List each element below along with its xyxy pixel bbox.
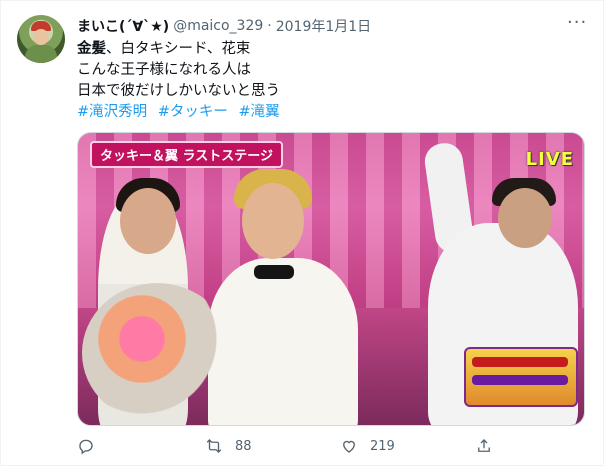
tweet-line-1-rest: 、白タキシード、花束 <box>106 41 251 57</box>
share-icon <box>478 439 490 452</box>
tweet-card[interactable]: まいこ(´∀`★) @maico_329 · 2019年1月1日 ··· 金髪、… <box>0 0 604 466</box>
photo-bow-tie <box>254 265 294 279</box>
reply-button[interactable] <box>77 437 107 455</box>
tweet-photo[interactable]: タッキー＆翼 ラストステージ LIVE <box>77 132 585 426</box>
retweet-button[interactable]: 88 <box>205 437 252 455</box>
hashtag-2[interactable]: #タッキー <box>158 104 228 120</box>
photo-person-right-face <box>498 188 552 248</box>
share-button[interactable] <box>475 437 493 455</box>
avatar-face <box>33 29 49 45</box>
display-name[interactable]: まいこ(´∀`★) <box>77 16 169 36</box>
avatar-shirt <box>25 45 57 63</box>
retweet-count: 88 <box>235 438 252 454</box>
more-options-icon[interactable]: ··· <box>567 14 587 37</box>
heart-icon <box>343 440 355 453</box>
like-count: 219 <box>370 438 395 454</box>
program-logo-line-2 <box>472 375 568 385</box>
reply-icon <box>79 439 93 455</box>
tweet-line-3: 日本で彼だけしかいないと思う <box>77 83 280 99</box>
like-button[interactable]: 219 <box>340 437 395 455</box>
photo-bouquet <box>82 283 232 423</box>
user-handle[interactable]: @maico_329 <box>173 18 263 34</box>
hashtag-3[interactable]: #滝翼 <box>239 104 280 120</box>
tweet-text: 金髪、白タキシード、花束 こんな王子様になれる人は 日本で彼だけしかいないと思う… <box>77 39 577 123</box>
avatar[interactable] <box>17 15 65 63</box>
separator-dot: · <box>267 18 272 34</box>
tweet-bold-prefix: 金髪 <box>77 41 106 57</box>
hashtag-1[interactable]: #滝沢秀明 <box>77 104 147 120</box>
program-logo-line-1 <box>472 357 568 367</box>
program-logo <box>464 347 578 407</box>
live-label: LIVE <box>525 149 574 170</box>
photo-caption: タッキー＆翼 ラストステージ <box>90 141 284 168</box>
tweet-date[interactable]: 2019年1月1日 <box>276 16 371 36</box>
photo-person-center-face <box>242 183 304 259</box>
tweet-line-1: 金髪、白タキシード、花束 <box>77 39 577 60</box>
retweet-icon <box>206 439 222 453</box>
tweet-line-2: こんな王子様になれる人は <box>77 62 251 78</box>
hashtag-row: #滝沢秀明 #タッキー #滝翼 <box>77 102 577 123</box>
photo-person-left-face <box>120 188 176 254</box>
tweet-header: まいこ(´∀`★) @maico_329 · 2019年1月1日 <box>77 15 371 37</box>
action-bar: 88 219 <box>77 437 597 459</box>
